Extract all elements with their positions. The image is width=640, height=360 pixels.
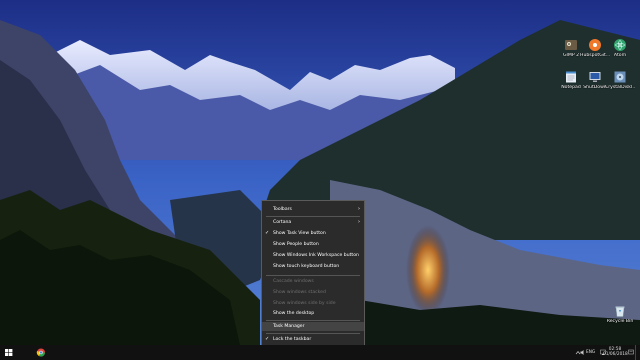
desktop[interactable]: GIMP 2 HubspotGit... Atom Notepad ShutDo… bbox=[0, 0, 640, 360]
action-center-button[interactable] bbox=[628, 345, 634, 360]
taskbar-context-menu: Toolbars › Cortana › ✓ Show Task View bu… bbox=[261, 200, 365, 357]
menu-separator bbox=[266, 320, 360, 321]
menu-item-label: Toolbars bbox=[273, 207, 292, 212]
menu-item-show-windows-stacked: Show windows stacked bbox=[262, 288, 364, 297]
menu-separator bbox=[266, 275, 360, 276]
menu-item-label: Cortana bbox=[273, 220, 292, 225]
menu-separator bbox=[266, 333, 360, 334]
gimp-icon bbox=[565, 40, 577, 50]
menu-item-label: Show windows side by side bbox=[273, 301, 336, 306]
menu-item-label: Show touch keyboard button bbox=[273, 264, 340, 269]
menu-item-lock-the-taskbar[interactable]: ✓ Lock the taskbar bbox=[262, 335, 364, 344]
menu-separator bbox=[266, 216, 360, 217]
menu-item-show-touch-keyboard-button[interactable]: Show touch keyboard button bbox=[262, 262, 364, 271]
menu-item-task-manager[interactable]: Task Manager bbox=[262, 322, 364, 331]
windows-logo-icon bbox=[5, 349, 13, 356]
recycle-bin-icon bbox=[615, 306, 625, 317]
chevron-right-icon: › bbox=[358, 219, 360, 225]
menu-item-toolbars[interactable]: Toolbars › bbox=[262, 205, 364, 214]
menu-item-label: Show windows stacked bbox=[273, 290, 326, 295]
menu-item-show-people-button[interactable]: Show People button bbox=[262, 240, 364, 249]
menu-item-cortana[interactable]: Cortana › bbox=[262, 218, 364, 227]
notepad-icon bbox=[566, 71, 576, 83]
menu-item-label: Show Windows Ink Workspace button bbox=[273, 253, 359, 258]
checkmark-icon: ✓ bbox=[265, 230, 270, 236]
menu-item-label: Lock the taskbar bbox=[273, 337, 312, 342]
clock-date[interactable]: 01/06/2018 bbox=[603, 352, 628, 357]
menu-item-show-windows-ink-workspace-button[interactable]: Show Windows Ink Workspace button bbox=[262, 251, 364, 260]
menu-item-label: Show Task View button bbox=[273, 231, 326, 236]
show-desktop-button[interactable] bbox=[635, 345, 640, 360]
crystaldisk-icon bbox=[614, 71, 626, 83]
start-button[interactable] bbox=[4, 345, 14, 360]
atom-icon bbox=[614, 39, 626, 51]
taskbar[interactable]: ENG 02:58 01/06/2018 bbox=[0, 345, 640, 360]
menu-item-label: Show People button bbox=[273, 242, 319, 247]
menu-item-label: Task Manager bbox=[273, 324, 305, 329]
desktop-icon-atom[interactable]: Atom bbox=[605, 38, 635, 58]
menu-item-show-task-view-button[interactable]: ✓ Show Task View button bbox=[262, 229, 364, 238]
menu-item-label: Show the desktop bbox=[273, 311, 315, 316]
language-indicator[interactable]: ENG bbox=[586, 350, 595, 355]
hubspot-icon bbox=[589, 39, 601, 51]
desktop-icon-label: CrystalDiskI... bbox=[605, 85, 635, 90]
desktop-icon-crystaldisk[interactable]: CrystalDiskI... bbox=[605, 70, 635, 90]
desktop-icon-recycle-bin[interactable]: Recycle Bin bbox=[605, 304, 635, 324]
menu-item-show-the-desktop[interactable]: Show the desktop bbox=[262, 309, 364, 318]
taskbar-chrome-button[interactable] bbox=[35, 345, 47, 360]
menu-item-show-windows-side-by-side: Show windows side by side bbox=[262, 299, 364, 308]
menu-item-label: Cascade windows bbox=[273, 279, 314, 284]
chrome-icon bbox=[36, 348, 46, 357]
checkmark-icon: ✓ bbox=[265, 336, 270, 342]
chevron-right-icon: › bbox=[358, 206, 360, 212]
desktop-icon-label: Recycle Bin bbox=[606, 319, 634, 324]
menu-item-cascade-windows: Cascade windows bbox=[262, 277, 364, 286]
shutdown-icon bbox=[589, 72, 601, 82]
desktop-icon-label: Atom bbox=[613, 53, 627, 58]
notification-icon bbox=[628, 349, 634, 355]
